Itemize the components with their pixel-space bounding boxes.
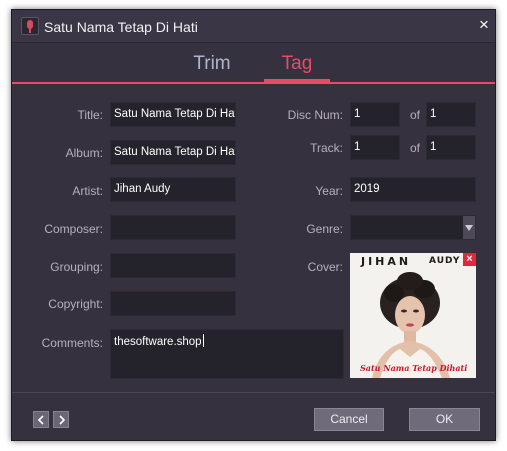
ok-button[interactable]: OK [409,408,480,431]
tab-divider [12,82,495,84]
artist-field[interactable]: Jihan Audy [110,177,236,202]
year-field[interactable]: 2019 [350,177,476,202]
title-label: Title: [77,108,103,122]
comments-label: Comments: [41,336,103,350]
genre-label: Genre: [306,222,343,236]
cancel-button[interactable]: Cancel [314,408,384,431]
footer-divider [12,392,495,393]
cover-art-text-right: AUDY [429,256,461,266]
comments-field[interactable]: thesoftware.shop [110,329,344,379]
copyright-field[interactable] [110,291,236,316]
track-label: Track: [310,141,343,155]
disc-of-label: of [410,108,421,122]
app-microphone-icon [21,17,39,35]
cover-art-text-left: JIHAN [361,255,412,268]
disc-total-field[interactable]: 1 [426,102,476,127]
artist-label: Artist: [72,184,103,198]
cover-label: Cover: [307,260,343,274]
comments-text: thesoftware.shop [114,336,202,348]
window-title: Satu Nama Tetap Di Hati [44,19,198,35]
composer-field[interactable] [110,215,236,240]
grouping-field[interactable] [110,253,236,278]
chevron-right-icon [59,415,66,425]
close-icon[interactable]: × [475,15,493,35]
previous-button[interactable] [33,411,49,428]
track-field[interactable]: 1 [350,135,400,160]
album-label: Album: [65,146,103,160]
composer-label: Composer: [44,222,103,236]
genre-dropdown[interactable] [350,215,476,240]
disc-num-field[interactable]: 1 [350,102,400,127]
remove-cover-icon[interactable]: × [463,253,476,266]
text-caret [202,334,204,347]
cover-art-image[interactable]: JIHAN AUDY Satu Nama Tetap Dihati × [350,253,476,378]
tag-editor-dialog: Satu Nama Tetap Di Hati × Trim Tag Title… [11,9,496,441]
year-label: Year: [315,184,343,198]
chevron-down-icon[interactable] [463,216,475,239]
track-of-label: of [410,141,421,155]
cover-art-caption: Satu Nama Tetap Dihati [360,363,468,373]
grouping-label: Grouping: [50,260,103,274]
tab-trim[interactable]: Trim [182,53,242,83]
album-field[interactable]: Satu Nama Tetap Di Hati [110,140,236,165]
disc-num-label: Disc Num: [287,108,343,122]
next-button[interactable] [53,411,69,428]
chevron-left-icon [37,415,44,425]
title-bar[interactable]: Satu Nama Tetap Di Hati × [12,10,495,43]
copyright-label: Copyright: [48,297,103,311]
title-field[interactable]: Satu Nama Tetap Di Hati [110,102,236,127]
track-total-field[interactable]: 1 [426,135,476,160]
